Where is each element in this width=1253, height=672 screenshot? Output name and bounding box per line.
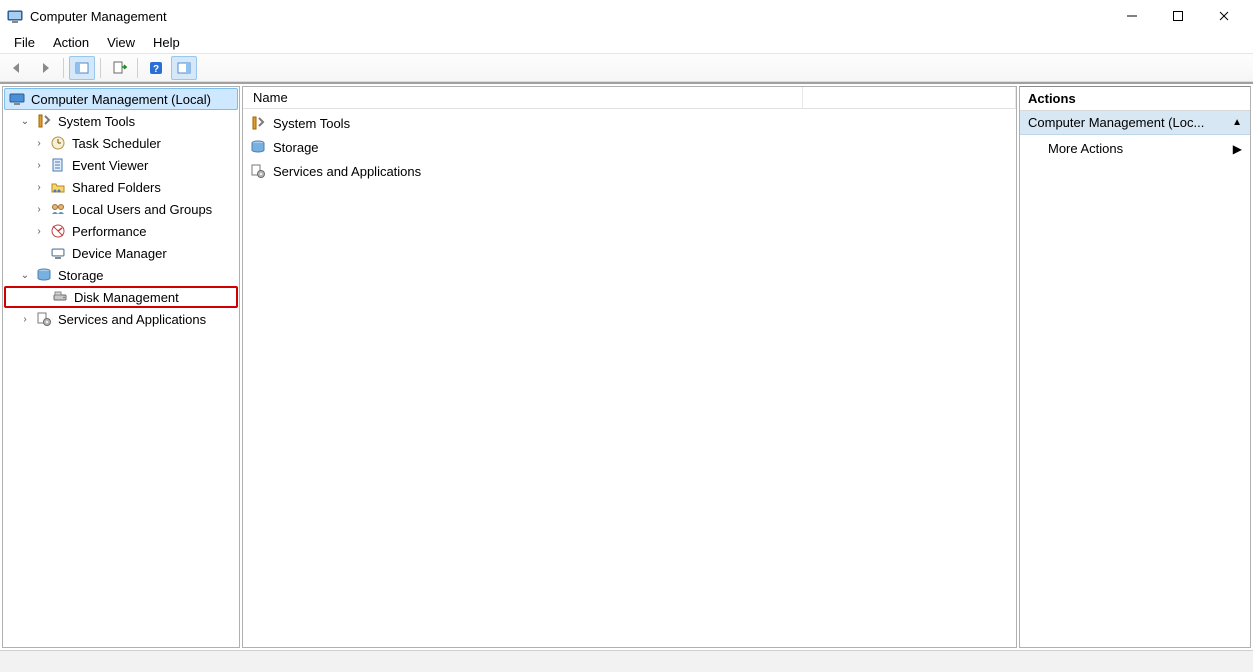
- help-button[interactable]: ?: [143, 56, 169, 80]
- list-item-services-applications[interactable]: Services and Applications: [247, 159, 1012, 183]
- list-label: Services and Applications: [273, 164, 421, 179]
- tree-item-event-viewer[interactable]: › Event Viewer: [4, 154, 238, 176]
- system-tools-icon: [35, 112, 53, 130]
- expander-icon[interactable]: ⌄: [18, 116, 32, 127]
- tree-item-services-applications[interactable]: › Services and Applications: [4, 308, 238, 330]
- expander-icon[interactable]: ›: [32, 138, 46, 149]
- list-label: Storage: [273, 140, 319, 155]
- chevron-right-icon: ▶: [1233, 142, 1242, 156]
- actions-group-header[interactable]: Computer Management (Loc... ▲: [1020, 111, 1250, 135]
- menu-action[interactable]: Action: [45, 33, 97, 52]
- svg-text:?: ?: [153, 64, 159, 75]
- system-tools-icon: [249, 114, 267, 132]
- show-hide-action-pane-button[interactable]: [171, 56, 197, 80]
- task-scheduler-icon: [49, 134, 67, 152]
- expander-icon[interactable]: ›: [18, 314, 32, 325]
- users-groups-icon: [49, 200, 67, 218]
- window-controls: [1109, 0, 1247, 32]
- toolbar-separator: [63, 58, 64, 78]
- app-icon: [6, 7, 24, 25]
- tree-item-system-tools[interactable]: ⌄ System Tools: [4, 110, 238, 132]
- column-header-empty[interactable]: [803, 87, 1016, 108]
- tree-label: Device Manager: [70, 246, 169, 261]
- tree-label: Computer Management (Local): [29, 92, 213, 107]
- content-list-panel: Name System Tools Storage Services and A…: [242, 86, 1017, 648]
- main-area: Computer Management (Local) ⌄ System Too…: [0, 82, 1253, 650]
- tree-label: Local Users and Groups: [70, 202, 214, 217]
- titlebar: Computer Management: [0, 0, 1253, 32]
- menu-file[interactable]: File: [6, 33, 43, 52]
- tree-item-performance[interactable]: › Performance: [4, 220, 238, 242]
- storage-icon: [35, 266, 53, 284]
- toolbar: ?: [0, 54, 1253, 82]
- collapse-icon: ▲: [1232, 117, 1242, 128]
- tree-item-local-users-groups[interactable]: › Local Users and Groups: [4, 198, 238, 220]
- tree-label: Task Scheduler: [70, 136, 163, 151]
- performance-icon: [49, 222, 67, 240]
- actions-group-label: Computer Management (Loc...: [1028, 115, 1204, 130]
- list-item-system-tools[interactable]: System Tools: [247, 111, 1012, 135]
- window-title: Computer Management: [30, 9, 167, 24]
- shared-folders-icon: [49, 178, 67, 196]
- expander-icon[interactable]: ›: [32, 182, 46, 193]
- device-manager-icon: [49, 244, 67, 262]
- tree-label: System Tools: [56, 114, 137, 129]
- maximize-button[interactable]: [1155, 0, 1201, 32]
- services-apps-icon: [249, 162, 267, 180]
- tree-item-storage[interactable]: ⌄ Storage: [4, 264, 238, 286]
- actions-header: Actions: [1020, 87, 1250, 111]
- tree-label: Shared Folders: [70, 180, 163, 195]
- storage-icon: [249, 138, 267, 156]
- tree-item-device-manager[interactable]: Device Manager: [4, 242, 238, 264]
- tree-item-disk-management[interactable]: Disk Management: [4, 286, 238, 308]
- show-hide-tree-button[interactable]: [69, 56, 95, 80]
- forward-button[interactable]: [32, 56, 58, 80]
- menubar: File Action View Help: [0, 32, 1253, 54]
- tree-label: Disk Management: [72, 290, 181, 305]
- tree-label: Services and Applications: [56, 312, 208, 327]
- minimize-button[interactable]: [1109, 0, 1155, 32]
- actions-panel: Actions Computer Management (Loc... ▲ Mo…: [1019, 86, 1251, 648]
- column-header-name[interactable]: Name: [243, 87, 803, 108]
- computer-mgmt-icon: [8, 90, 26, 108]
- toolbar-separator: [100, 58, 101, 78]
- export-list-button[interactable]: [106, 56, 132, 80]
- list-header: Name: [243, 87, 1016, 109]
- disk-mgmt-icon: [51, 288, 69, 306]
- list-item-storage[interactable]: Storage: [247, 135, 1012, 159]
- expander-icon[interactable]: ›: [32, 226, 46, 237]
- tree-label: Event Viewer: [70, 158, 150, 173]
- tree-label: Storage: [56, 268, 106, 283]
- tree-root-computer-management[interactable]: Computer Management (Local): [4, 88, 238, 110]
- tree-label: Performance: [70, 224, 148, 239]
- tree-item-shared-folders[interactable]: › Shared Folders: [4, 176, 238, 198]
- statusbar: [0, 650, 1253, 672]
- tree-item-task-scheduler[interactable]: › Task Scheduler: [4, 132, 238, 154]
- toolbar-separator: [137, 58, 138, 78]
- expander-icon[interactable]: ›: [32, 204, 46, 215]
- actions-item-label: More Actions: [1048, 141, 1123, 156]
- menu-help[interactable]: Help: [145, 33, 188, 52]
- close-button[interactable]: [1201, 0, 1247, 32]
- list-label: System Tools: [273, 116, 350, 131]
- actions-item-more-actions[interactable]: More Actions ▶: [1020, 135, 1250, 162]
- menu-view[interactable]: View: [99, 33, 143, 52]
- services-apps-icon: [35, 310, 53, 328]
- event-viewer-icon: [49, 156, 67, 174]
- expander-icon[interactable]: ›: [32, 160, 46, 171]
- expander-icon[interactable]: ⌄: [18, 270, 32, 281]
- back-button[interactable]: [4, 56, 30, 80]
- navigation-tree-panel: Computer Management (Local) ⌄ System Too…: [2, 86, 240, 648]
